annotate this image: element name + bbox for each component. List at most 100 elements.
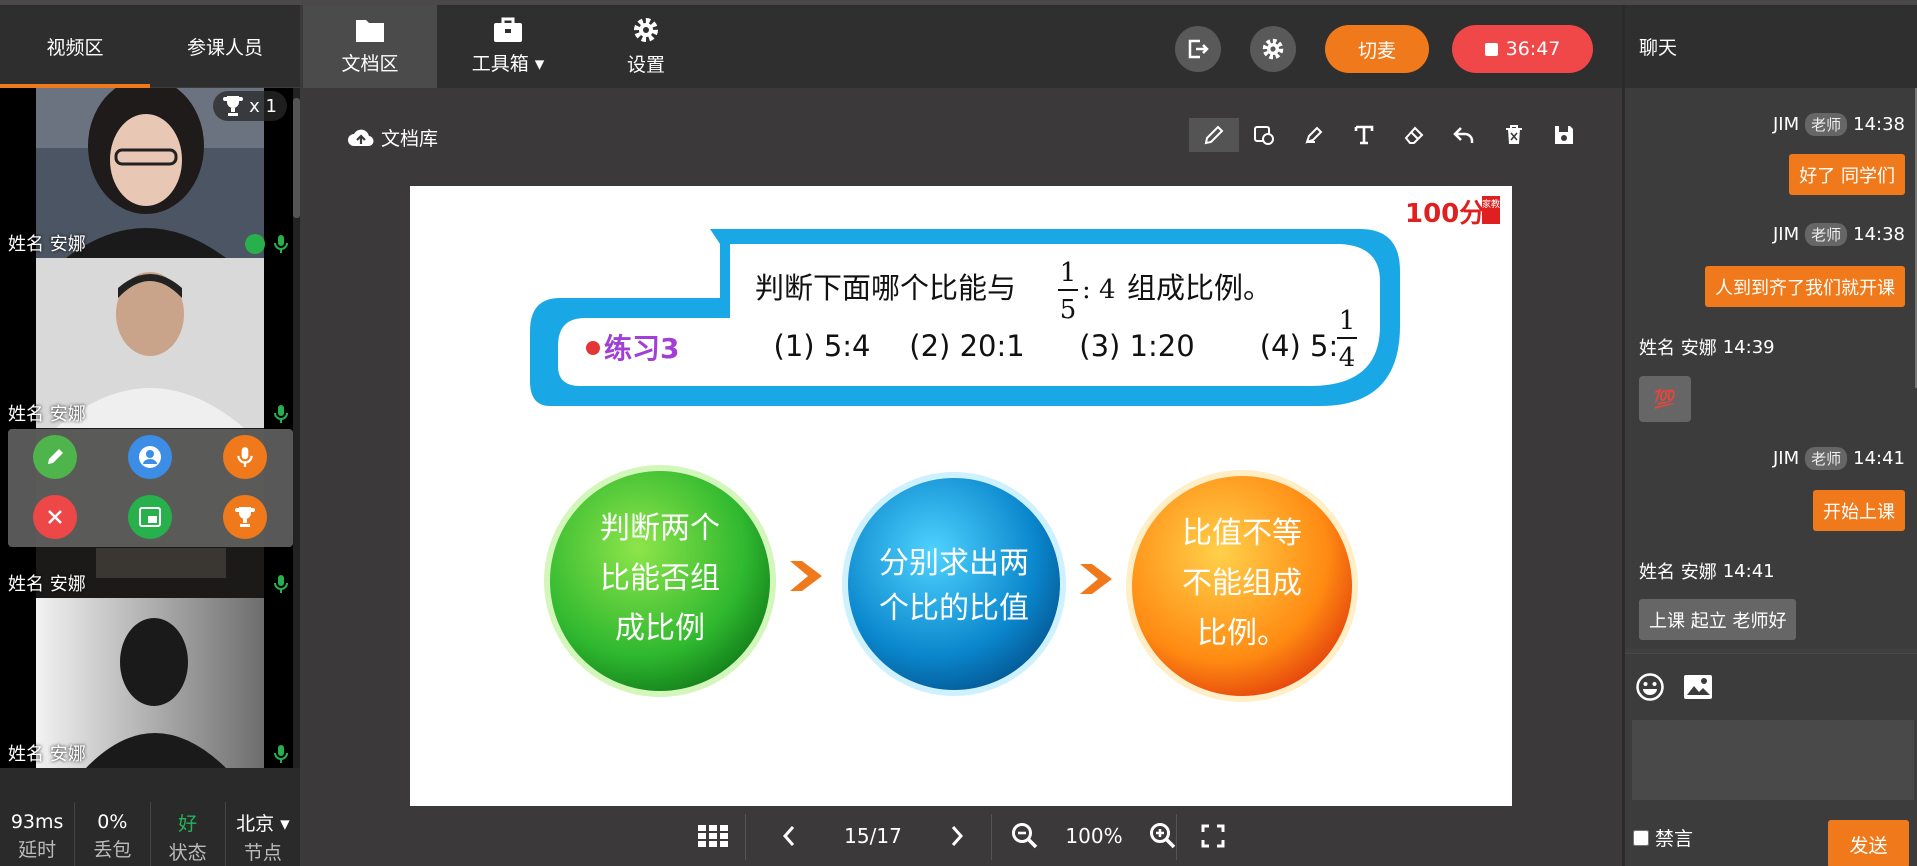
settings-button[interactable]: 设置 — [579, 5, 713, 88]
video-tile[interactable]: 姓名 安娜 — [0, 258, 293, 428]
picture-in-picture-button[interactable] — [128, 495, 172, 539]
sender-name: 姓名 安娜 — [1639, 338, 1717, 359]
brand-side: 家教 — [1482, 198, 1500, 210]
zoom-out-button[interactable] — [1003, 816, 1047, 856]
smiley-icon — [1636, 673, 1664, 701]
record-button[interactable]: 36:47 — [1452, 25, 1593, 73]
option4-numerator: 1 — [1339, 306, 1356, 336]
step2-line1: 分别求出两 — [879, 546, 1029, 581]
prev-page-button[interactable] — [769, 816, 809, 856]
tab-video-area[interactable]: 视频区 — [0, 5, 150, 88]
grant-draw-button[interactable] — [33, 435, 77, 479]
gear-icon — [1262, 38, 1284, 60]
zoom-in-button[interactable] — [1141, 816, 1185, 856]
shape-tool-button[interactable] — [1239, 118, 1289, 152]
set-speaker-button[interactable] — [128, 435, 172, 479]
zoom-out-icon — [1012, 823, 1038, 849]
exit-button[interactable] — [1175, 26, 1221, 72]
doc-area-button[interactable]: 文档区 — [303, 5, 437, 88]
fullscreen-button[interactable] — [1191, 816, 1235, 856]
message-meta: 姓名 安娜 14:39 — [1639, 334, 1775, 360]
video-list: x 1 姓名 安娜 姓名 安娜 姓名 安娜 姓名 安娜 — [0, 88, 300, 768]
message-text: 好了 同学们 — [1799, 165, 1895, 187]
shape-icon — [1254, 126, 1274, 145]
network-stats: 93ms 延时 0% 丢包 好状态 北京 ▾ 节点 — [0, 802, 300, 866]
highlighter-tool-button[interactable] — [1289, 118, 1339, 152]
drawing-tools — [1189, 118, 1589, 152]
arrow-icon — [1080, 564, 1112, 594]
stat-latency-label: 延时 — [18, 839, 57, 861]
exit-icon — [1188, 39, 1209, 59]
clear-button[interactable] — [1489, 118, 1539, 152]
gear-icon — [634, 18, 658, 42]
doc-area-label: 文档区 — [341, 53, 399, 75]
save-button[interactable] — [1539, 118, 1589, 152]
folder-icon — [356, 20, 384, 42]
pencil-icon — [48, 449, 63, 464]
record-time: 36:47 — [1505, 38, 1561, 60]
undo-button[interactable] — [1439, 118, 1489, 152]
step1-line2: 比能否组 — [600, 561, 720, 596]
message-bubble: 人到到齐了我们就开课 — [1705, 266, 1905, 307]
next-page-button[interactable] — [937, 816, 977, 856]
doc-library-label: 文档库 — [381, 128, 439, 150]
video-tile[interactable]: 姓名 安娜 — [0, 598, 293, 768]
stat-loss-label: 丢包 — [93, 839, 132, 861]
fraction-bar — [1058, 289, 1078, 291]
text-icon — [1354, 125, 1374, 145]
arrow-icon — [790, 561, 822, 591]
trophy-count: x 1 — [249, 95, 277, 117]
stat-node[interactable]: 北京 ▾ 节点 — [226, 802, 300, 866]
message-text: 开始上课 — [1823, 501, 1895, 523]
page-indicator: 15/17 — [823, 816, 923, 856]
mic-toggle-button[interactable] — [223, 435, 267, 479]
separator — [1176, 814, 1177, 860]
classroom-app: 视频区 参课人员 x 1 姓名 安娜 姓名 安娜 姓名 安娜 姓名 安娜 93m… — [0, 0, 1917, 866]
step3-line3: 比例。 — [1197, 616, 1287, 651]
chat-header: 聊天 — [1625, 5, 1917, 88]
video-scrollbar[interactable] — [293, 88, 300, 768]
fraction-numerator: 1 — [1060, 258, 1077, 288]
toolbox-label: 工具箱 ▾ — [471, 53, 545, 75]
send-button[interactable]: 发送 — [1828, 820, 1909, 866]
message-time: 14:38 — [1853, 114, 1905, 135]
tab-participants[interactable]: 参课人员 — [150, 5, 300, 87]
award-trophy-button[interactable] — [223, 495, 267, 539]
video-tile[interactable]: x 1 姓名 安娜 — [0, 88, 293, 258]
separator — [991, 814, 992, 860]
mute-all-toggle[interactable]: 禁言 — [1633, 824, 1693, 851]
video-scroll-thumb[interactable] — [293, 98, 300, 218]
emoji-message: 💯 — [1639, 376, 1691, 422]
message-bubble: 好了 同学们 — [1789, 154, 1905, 195]
user-status-icon — [245, 234, 265, 254]
zoom-in-icon — [1150, 823, 1176, 849]
thumbnail-grid-button[interactable] — [693, 816, 733, 856]
zoom-value: 100% — [1065, 824, 1123, 848]
highlighter-icon — [1305, 126, 1323, 144]
slide-canvas[interactable]: 100分 家教 练习3 判断下面哪个比能与 1 5 : 4 组成比例。 (1) … — [410, 186, 1512, 806]
text-tool-button[interactable] — [1339, 118, 1389, 152]
toolbox-button[interactable]: 工具箱 ▾ — [437, 5, 579, 88]
video-name: 姓名 安娜 — [8, 404, 86, 425]
role-tag: 老师 — [1805, 447, 1848, 470]
mute-checkbox[interactable] — [1633, 829, 1649, 846]
trophy-badge: x 1 — [213, 91, 287, 121]
emoji-button[interactable] — [1635, 672, 1665, 706]
message-meta: 姓名 安娜 14:41 — [1639, 558, 1775, 584]
image-button[interactable] — [1683, 674, 1713, 704]
stat-status-label: 状态 — [168, 841, 207, 864]
trash-icon — [1506, 125, 1522, 144]
doc-library-button[interactable]: 文档库 — [347, 124, 438, 151]
trophy-icon — [223, 96, 244, 116]
message-text: 人到到齐了我们就开课 — [1715, 277, 1895, 299]
room-settings-button[interactable] — [1250, 26, 1296, 72]
option-3: (3) 1:20 — [1079, 329, 1194, 363]
sender-name: JIM — [1772, 114, 1800, 135]
sender-name: JIM — [1772, 448, 1800, 469]
remove-student-button[interactable] — [33, 495, 77, 539]
eraser-tool-button[interactable] — [1389, 118, 1439, 152]
switch-mic-button[interactable]: 切麦 — [1325, 25, 1429, 73]
pen-tool-button[interactable] — [1189, 118, 1239, 152]
chat-input[interactable] — [1632, 720, 1914, 800]
pager-bar: 15/17 100% — [303, 806, 1622, 866]
